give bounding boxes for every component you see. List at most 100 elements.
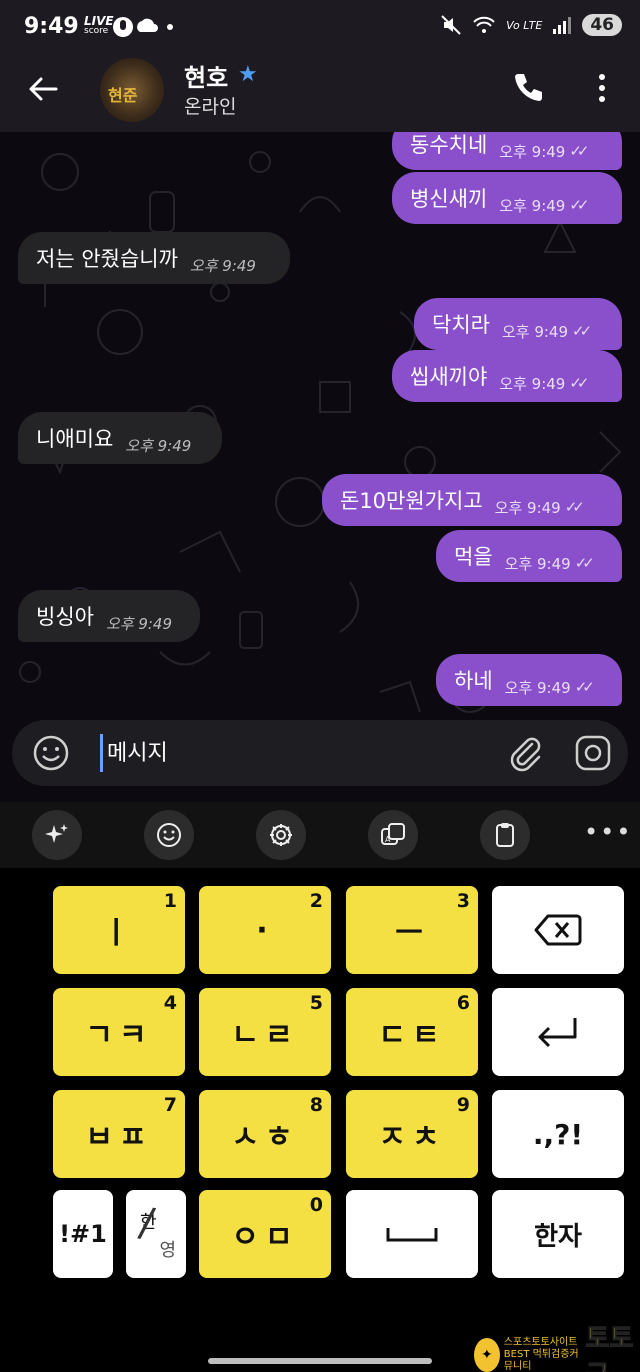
network-label: Vo LTE bbox=[506, 18, 543, 32]
clipboard-button[interactable] bbox=[480, 810, 530, 860]
message-time: 오후 9:49 bbox=[125, 436, 192, 455]
message-time: 오후 9:49 bbox=[105, 614, 173, 633]
message-time: 오후 9:49 bbox=[494, 498, 561, 517]
message-time: 오후 9:49 bbox=[504, 554, 571, 573]
status-right: Vo LTE 46 bbox=[440, 14, 622, 36]
mute-icon bbox=[441, 15, 461, 35]
young-label: 영 bbox=[159, 1240, 176, 1261]
key-b-p[interactable]: ㅂㅍ 7 bbox=[53, 1090, 185, 1178]
avatar[interactable]: 현준 bbox=[100, 58, 164, 122]
key-eu[interactable]: ㅡ 3 bbox=[346, 886, 478, 974]
paperclip-icon[interactable] bbox=[508, 734, 544, 772]
contact-status: 온라인 bbox=[184, 96, 237, 118]
message-text: 저는 안줬습니까 bbox=[36, 247, 178, 271]
message-text: 씹새끼야 bbox=[410, 365, 488, 389]
message-time: 오후 9:49 bbox=[499, 374, 566, 393]
message-text: 동수치네 bbox=[410, 133, 488, 157]
emoji-panel-button[interactable] bbox=[144, 810, 194, 860]
message-text: 하네 bbox=[454, 669, 493, 693]
key-i[interactable]: ㅣ 1 bbox=[53, 886, 185, 974]
back-arrow-icon[interactable] bbox=[26, 72, 60, 106]
chat-area[interactable]: 동수치네 오후 9:49 ✓✓ 병신새끼 오후 9:49 ✓✓ 저는 안줬습니까 오… bbox=[0, 132, 640, 802]
key-number: 3 bbox=[456, 890, 470, 912]
status-time: 9:49 bbox=[24, 14, 79, 39]
key-label: ㄱㅋ bbox=[85, 1018, 153, 1053]
home-indicator[interactable] bbox=[208, 1358, 432, 1364]
message-bubble-out[interactable]: 닥치라 오후 9:49 ✓✓ bbox=[414, 298, 622, 350]
read-ticks-icon: ✓✓ bbox=[574, 678, 595, 696]
more-vert-icon[interactable] bbox=[588, 72, 616, 104]
read-ticks-icon: ✓✓ bbox=[569, 142, 589, 160]
han-young-toggle-key[interactable]: 한 / 영 bbox=[126, 1190, 186, 1278]
read-ticks-icon: ✓✓ bbox=[564, 498, 585, 516]
key-number: 6 bbox=[456, 992, 470, 1014]
key-label: ㅅㅎ bbox=[231, 1120, 299, 1155]
key-number: 4 bbox=[163, 992, 177, 1014]
key-label: 한자 bbox=[534, 1221, 582, 1252]
message-bubble-out[interactable]: 병신새끼 오후 9:49 ✓✓ bbox=[392, 172, 622, 224]
key-number: 9 bbox=[456, 1094, 470, 1116]
contact-name[interactable]: 현호 bbox=[184, 58, 228, 93]
message-bubble-in[interactable]: 저는 안줬습니까 오후 9:49 bbox=[18, 232, 290, 284]
key-number: 0 bbox=[309, 1194, 323, 1216]
message-input-bar bbox=[12, 720, 628, 786]
watermark-brand: 토토군 bbox=[585, 1324, 634, 1372]
key-d-t[interactable]: ㄷㅌ 6 bbox=[346, 988, 478, 1076]
camera-icon[interactable] bbox=[574, 734, 612, 772]
message-text: 니애미요 bbox=[36, 427, 114, 451]
key-label: ㄷㅌ bbox=[378, 1018, 446, 1053]
message-meta: 오후 9:49 ✓✓ bbox=[499, 195, 589, 216]
wifi-icon bbox=[473, 16, 495, 33]
translate-button[interactable]: A bbox=[368, 810, 418, 860]
hanja-key[interactable]: 한자 bbox=[492, 1190, 624, 1278]
backspace-key[interactable] bbox=[492, 886, 624, 974]
key-dot[interactable]: · 2 bbox=[199, 886, 331, 974]
key-number: 8 bbox=[309, 1094, 323, 1116]
message-bubble-out[interactable]: 먹을 오후 9:49 ✓✓ bbox=[436, 530, 622, 582]
ai-sparkle-button[interactable] bbox=[32, 810, 82, 860]
chat-header: 현준 현호 ★ 온라인 bbox=[0, 56, 640, 132]
symbols-key[interactable]: !#1 bbox=[53, 1190, 113, 1278]
clipboard-icon bbox=[496, 823, 514, 847]
message-meta: 오후 9:49 ✓✓ bbox=[499, 141, 589, 162]
key-number: 1 bbox=[163, 890, 177, 912]
livescore-icon: LIVE score bbox=[84, 15, 114, 36]
star-icon: ★ bbox=[238, 62, 258, 87]
more-horiz-icon[interactable]: ••• bbox=[584, 818, 632, 846]
message-bubble-out[interactable]: 돈10만원가지고 오후 9:49 ✓✓ bbox=[322, 474, 622, 526]
message-input[interactable] bbox=[100, 734, 500, 772]
punctuation-key[interactable]: .,?! bbox=[492, 1090, 624, 1178]
message-text: 돈10만원가지고 bbox=[340, 489, 483, 513]
message-text: 병신새끼 bbox=[410, 187, 488, 211]
keyboard-settings-button[interactable] bbox=[256, 810, 306, 860]
message-bubble-out[interactable]: 하네 오후 9:49 ✓✓ bbox=[436, 654, 622, 706]
space-key[interactable] bbox=[346, 1190, 478, 1278]
enter-icon bbox=[538, 1018, 577, 1048]
key-label: ㅈㅊ bbox=[378, 1120, 446, 1155]
key-label: ㅂㅍ bbox=[85, 1120, 153, 1155]
watermark-line1: 스포츠토토사이트 bbox=[503, 1337, 578, 1348]
key-o-m[interactable]: ㅇㅁ 0 bbox=[199, 1190, 331, 1278]
watermark: ✦ 스포츠토토사이트 BEST 먹튀검증커뮤니티 토토군 bbox=[474, 1318, 640, 1372]
key-label: ㅇㅁ bbox=[231, 1220, 299, 1255]
signal-icon bbox=[553, 17, 572, 34]
key-g-k[interactable]: ㄱㅋ 4 bbox=[53, 988, 185, 1076]
key-j-ch[interactable]: ㅈㅊ 9 bbox=[346, 1090, 478, 1178]
message-bubble-out[interactable]: 동수치네 오후 9:49 ✓✓ bbox=[392, 132, 622, 170]
navigation-bar: ✦ 스포츠토토사이트 BEST 먹튀검증커뮤니티 토토군 bbox=[0, 1288, 640, 1372]
watermark-logo-icon: ✦ bbox=[474, 1338, 500, 1372]
phone-icon[interactable] bbox=[510, 70, 546, 106]
key-number: 5 bbox=[309, 992, 323, 1014]
message-bubble-in[interactable]: 니애미요 오후 9:49 bbox=[18, 412, 222, 464]
key-s-h[interactable]: ㅅㅎ 8 bbox=[199, 1090, 331, 1178]
keyboard: ㅣ 1 · 2 ㅡ 3 ㄱㅋ 4 ㄴㄹ 5 ㄷㅌ 6 ㅂㅍ 7 ㅅㅎ 8 ㅈㅊ … bbox=[0, 868, 640, 1288]
enter-key[interactable] bbox=[492, 988, 624, 1076]
key-n-r[interactable]: ㄴㄹ 5 bbox=[199, 988, 331, 1076]
emoji-icon[interactable] bbox=[32, 734, 70, 772]
message-bubble-out[interactable]: 씹새끼야 오후 9:49 ✓✓ bbox=[392, 350, 622, 402]
message-bubble-in[interactable]: 빙싱아 오후 9:49 bbox=[18, 590, 200, 642]
message-time: 오후 9:49 bbox=[501, 322, 569, 341]
svg-text:A: A bbox=[385, 835, 391, 844]
notification-icons bbox=[112, 16, 174, 43]
key-number: 7 bbox=[163, 1094, 177, 1116]
